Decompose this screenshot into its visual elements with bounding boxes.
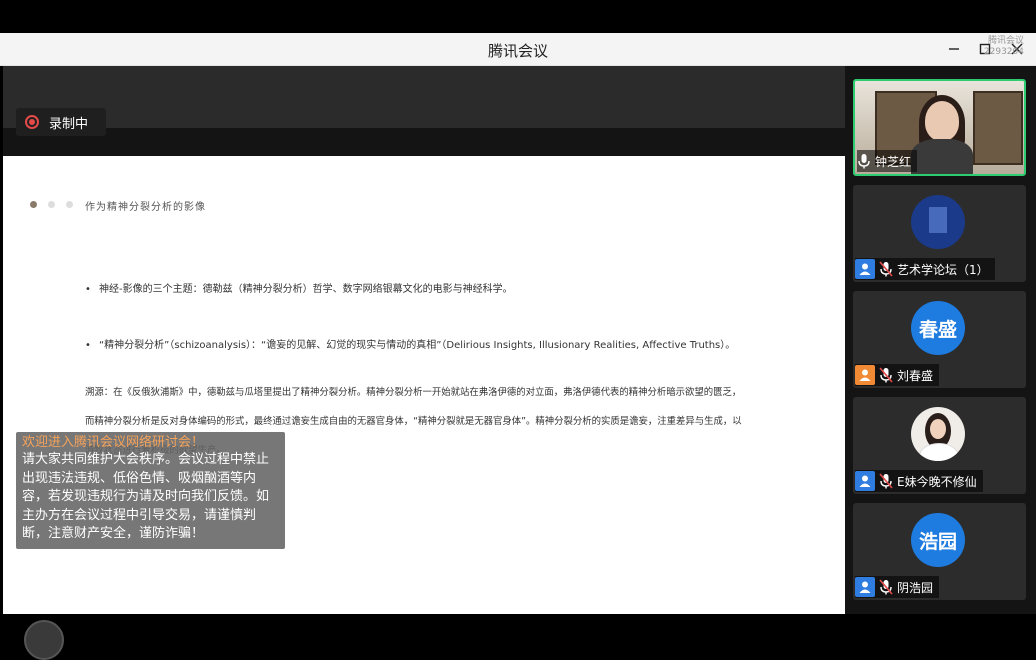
floating-circle-button[interactable]: [24, 620, 64, 660]
participant-name: E妹今晚不修仙: [897, 474, 977, 489]
participant-name-bar: 钟芝红: [857, 150, 918, 172]
notice-title: 欢迎进入腾讯会议网络研讨会！: [22, 435, 205, 450]
participant-avatar: 浩园: [911, 513, 965, 567]
minimize-icon: [949, 48, 959, 50]
recording-label: 录制中: [49, 116, 89, 132]
participant-tile[interactable]: 春盛 刘春盛: [853, 291, 1026, 388]
participant-name-bar: E妹今晚不修仙: [855, 470, 983, 492]
slide-title: 作为精神分裂分析的影像: [85, 202, 206, 213]
microphone-icon: [857, 152, 871, 170]
notice-body: 请大家共同维护大会秩序。会议过程中禁止出现违法违规、低俗色情、吸烟酗酒等内容，若…: [22, 452, 270, 541]
title-bar: 腾讯会议 腾讯会议 2293204: [0, 33, 1036, 66]
participant-name: 钟芝红: [875, 154, 912, 169]
slide-dot: [48, 201, 55, 208]
slide-dots: [30, 201, 73, 208]
mic-muted-icon: [879, 472, 893, 490]
mic-muted-icon: [879, 260, 893, 278]
participant-tile[interactable]: 浩园 阴浩园: [853, 503, 1026, 600]
mic-muted-icon: [879, 578, 893, 596]
bottom-letterbox: [0, 614, 1036, 647]
participant-tile[interactable]: 钟芝红: [853, 79, 1026, 176]
participant-name-bar: 艺术学论坛（1）: [855, 258, 995, 280]
slide-header-band-dark: [3, 128, 845, 156]
slide-dot-active: [30, 201, 37, 208]
participant-panel: 钟芝红 艺术学论坛（1） 春盛 刘春盛 E妹今晚不修仙 浩园 阴浩园: [845, 66, 1036, 614]
slide-dot: [66, 201, 73, 208]
participant-tile[interactable]: 艺术学论坛（1）: [853, 185, 1026, 282]
recording-indicator[interactable]: 录制中: [16, 108, 106, 136]
participant-avatar: 春盛: [911, 301, 965, 355]
participant-name-bar: 刘春盛: [855, 364, 940, 386]
user-icon: [855, 259, 875, 279]
top-letterbox: [0, 0, 1036, 33]
participant-name-bar: 阴浩园: [855, 576, 940, 598]
welcome-notice: 欢迎进入腾讯会议网络研讨会！ 请大家共同维护大会秩序。会议过程中禁止出现违法违规…: [16, 432, 285, 549]
window-title: 腾讯会议: [487, 42, 548, 60]
participant-avatar: [911, 195, 965, 249]
participant-tile[interactable]: E妹今晚不修仙: [853, 397, 1026, 494]
user-icon: [855, 365, 875, 385]
minimize-button[interactable]: [941, 37, 967, 61]
slide-bullet: • “精神分裂分析”（schizoanalysis）：“谵妄的见解、幻觉的现实与情…: [85, 340, 736, 351]
watermark: 腾讯会议 2293204: [983, 36, 1024, 57]
user-icon: [855, 471, 875, 491]
slide-bullet: • 神经-影像的三个主题：德勒兹（精神分裂分析）哲学、数字网络银幕文化的电影与神经…: [85, 284, 513, 295]
mic-muted-icon: [879, 366, 893, 384]
participant-name: 刘春盛: [897, 368, 934, 383]
participant-avatar: [911, 407, 965, 461]
user-icon: [855, 577, 875, 597]
participant-name: 阴浩园: [897, 580, 934, 595]
participant-name: 艺术学论坛（1）: [897, 262, 989, 277]
record-icon: [25, 115, 39, 129]
